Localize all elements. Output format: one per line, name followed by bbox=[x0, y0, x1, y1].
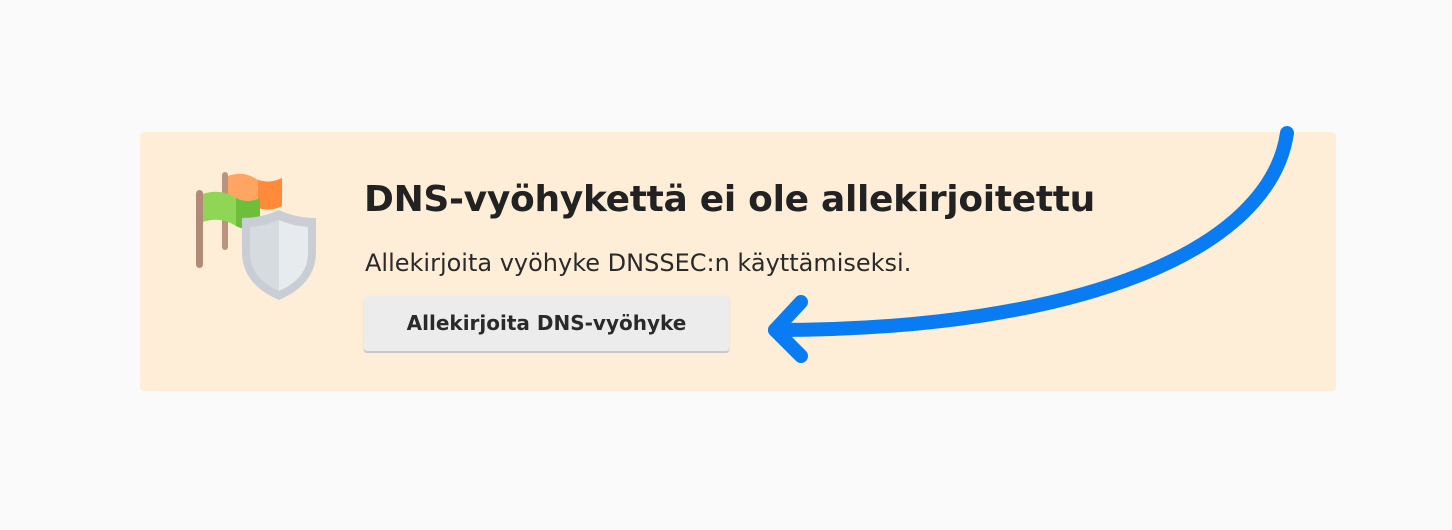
sign-dns-zone-button[interactable]: Allekirjoita DNS-vyöhyke bbox=[364, 296, 729, 351]
flags-shield-icon bbox=[196, 172, 316, 300]
page-title: DNS-vyöhykettä ei ole allekirjoitettu bbox=[364, 179, 1095, 220]
banner-subtitle: Allekirjoita vyöhyke DNSSEC:n käyttämise… bbox=[365, 249, 912, 277]
